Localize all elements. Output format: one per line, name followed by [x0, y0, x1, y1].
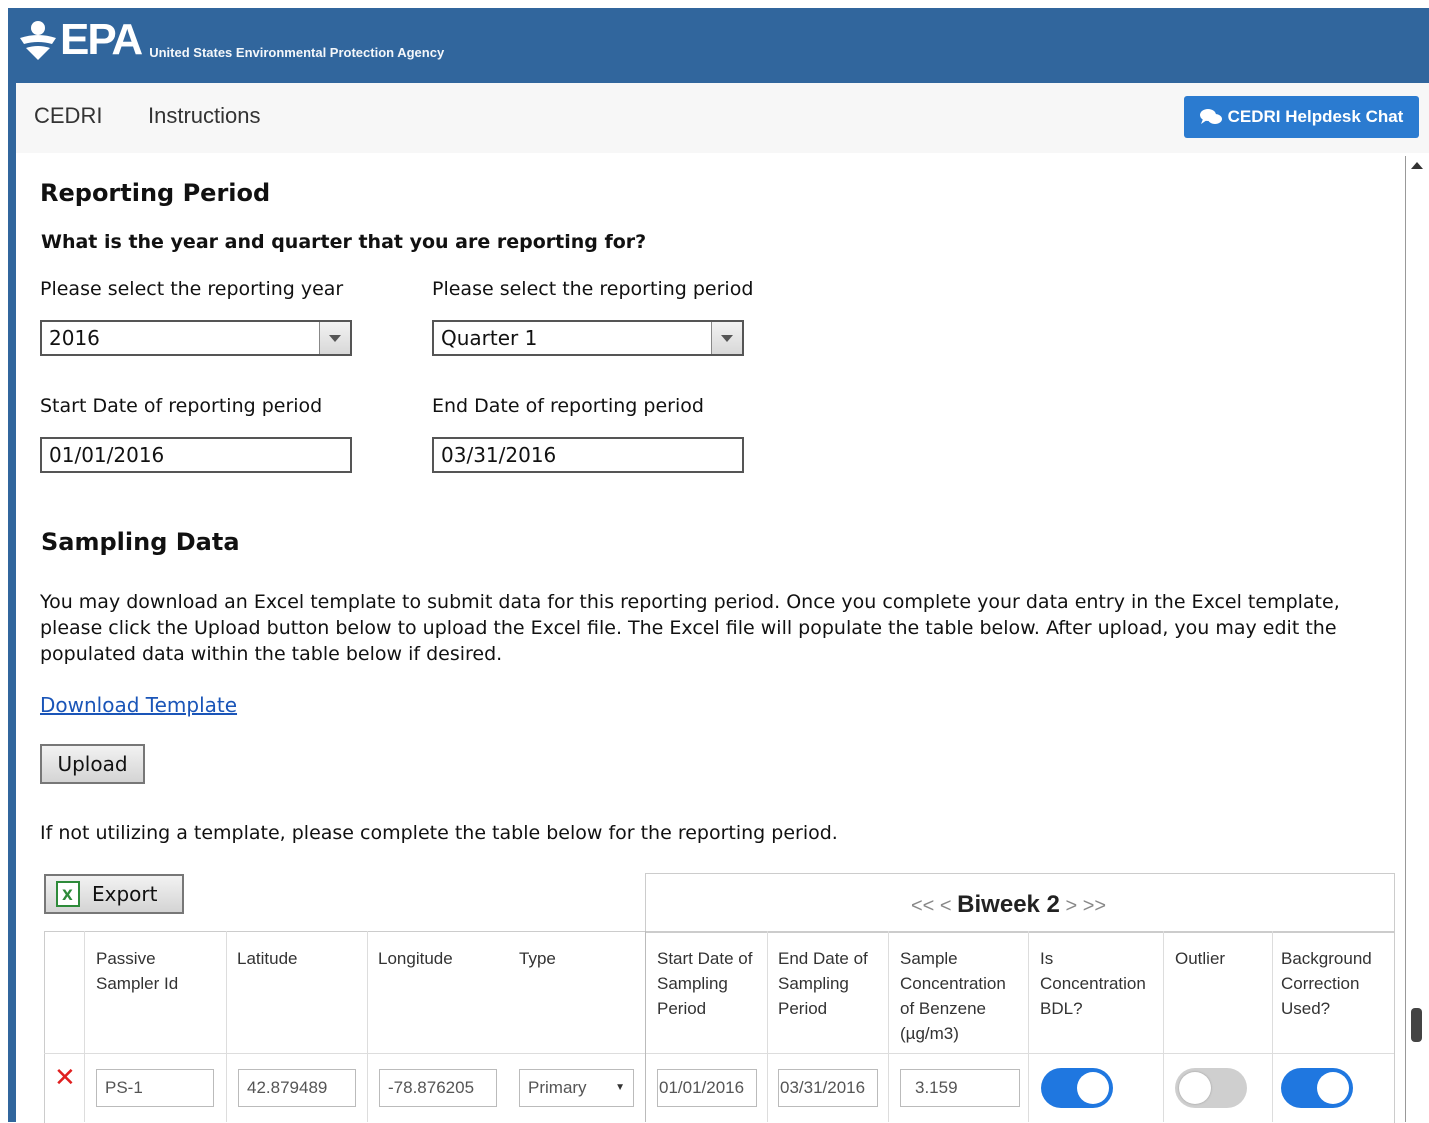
period-select[interactable]: Quarter 1 [432, 320, 744, 356]
year-select[interactable]: 2016 [40, 320, 352, 356]
toggle-knob [1317, 1072, 1349, 1104]
col-header-type: Type [519, 949, 556, 968]
period-label: Please select the reporting period [432, 278, 754, 300]
scrollbar-thumb[interactable] [1411, 1008, 1422, 1042]
chat-icon [1199, 109, 1222, 124]
col-divider [84, 931, 85, 1122]
year-label: Please select the reporting year [40, 278, 344, 300]
main-content: Reporting Period What is the year and qu… [16, 153, 1406, 1123]
col-header-longitude: Longitude [378, 949, 453, 968]
biweek-pager: << < Biweek 2 > >> [911, 891, 1106, 919]
col-header-outlier: Outlier [1175, 949, 1226, 968]
col-header-sampler-id: Passive Sampler Id [96, 949, 179, 993]
scroll-up-arrow-icon[interactable] [1411, 162, 1423, 169]
col-header-end-date: End Date of Sampling Period [778, 949, 868, 1018]
delete-row-icon[interactable]: ✕ [54, 1063, 76, 1093]
period-select-value: Quarter 1 [441, 326, 538, 350]
toggle-knob [1077, 1072, 1109, 1104]
epa-header: EPA United States Environmental Protecti… [8, 8, 1429, 83]
col-divider [645, 931, 646, 1122]
export-button-label: Export [92, 882, 158, 906]
excel-icon: X [56, 881, 80, 907]
pager-prev[interactable]: < [940, 895, 952, 917]
start-date-label: Start Date of reporting period [40, 395, 323, 417]
type-select[interactable]: Primary ▼ [519, 1069, 634, 1107]
pager-label: Biweek 2 [957, 891, 1060, 918]
epa-logo-text: EPA [60, 15, 143, 64]
download-template-link[interactable]: Download Template [40, 693, 237, 717]
col-divider [1028, 931, 1029, 1122]
concentration-input[interactable]: 3.159 [900, 1069, 1020, 1107]
col-header-concentration: Sample Concentration of Benzene (µg/m3) [900, 949, 1006, 1043]
epa-logo[interactable]: EPA United States Environmental Protecti… [18, 18, 444, 62]
dropdown-arrow-icon: ▼ [615, 1082, 625, 1093]
pager-next[interactable]: > [1065, 895, 1077, 917]
pager-last[interactable]: >> [1083, 895, 1106, 917]
helpdesk-chat-button[interactable]: CEDRI Helpdesk Chat [1184, 96, 1419, 138]
vertical-scrollbar[interactable] [1405, 156, 1428, 1122]
reporting-question: What is the year and quarter that you ar… [41, 231, 647, 253]
longitude-input[interactable]: -78.876205 [379, 1069, 497, 1107]
chevron-down-icon[interactable] [711, 322, 742, 354]
start-date-input[interactable]: 01/01/2016 [657, 1069, 757, 1107]
end-date-label: End Date of reporting period [432, 395, 704, 417]
left-border [8, 83, 16, 1122]
reporting-period-title: Reporting Period [40, 179, 271, 207]
nav-item-instructions[interactable]: Instructions [148, 103, 261, 129]
type-select-value: Primary [528, 1078, 587, 1097]
header-row-divider [44, 1053, 1394, 1054]
col-divider [367, 931, 368, 1122]
chat-button-label: CEDRI Helpdesk Chat [1227, 107, 1404, 126]
sampling-data-title: Sampling Data [41, 528, 240, 556]
end-date-field[interactable]: 03/31/2016 [432, 437, 744, 473]
col-divider [226, 931, 227, 1122]
col-divider [1163, 931, 1164, 1122]
chevron-down-icon[interactable] [319, 322, 350, 354]
upload-button[interactable]: Upload [40, 744, 145, 784]
col-divider [888, 931, 889, 1122]
col-header-start-date: Start Date of Sampling Period [657, 949, 753, 1018]
sampling-description: You may download an Excel template to su… [40, 591, 1340, 665]
col-header-latitude: Latitude [237, 949, 298, 968]
end-date-input[interactable]: 03/31/2016 [778, 1069, 878, 1107]
col-header-background-correction: Background Correction Used? [1281, 949, 1372, 1018]
col-divider [1272, 931, 1273, 1122]
svg-text:X: X [62, 888, 73, 904]
epa-flower-icon [20, 21, 56, 60]
background-correction-toggle[interactable] [1281, 1068, 1353, 1108]
outlier-toggle[interactable] [1175, 1068, 1247, 1108]
no-template-note: If not utilizing a template, please comp… [40, 822, 838, 844]
toggle-knob [1179, 1072, 1211, 1104]
export-button[interactable]: X Export [44, 874, 184, 914]
app-frame: EPA United States Environmental Protecti… [8, 8, 1429, 1123]
sampler-id-input[interactable]: PS-1 [96, 1069, 214, 1107]
start-date-field[interactable]: 01/01/2016 [40, 437, 352, 473]
bdl-toggle[interactable] [1041, 1068, 1113, 1108]
col-header-bdl: Is Concentration BDL? [1040, 949, 1146, 1018]
latitude-input[interactable]: 42.879489 [238, 1069, 356, 1107]
nav-item-cedri[interactable]: CEDRI [34, 103, 102, 129]
agency-name: United States Environmental Protection A… [149, 45, 445, 60]
top-nav: CEDRI Instructions CEDRI Helpdesk Chat [16, 83, 1429, 153]
year-select-value: 2016 [49, 326, 100, 350]
col-divider [767, 931, 768, 1122]
pager-first[interactable]: << [911, 895, 934, 917]
